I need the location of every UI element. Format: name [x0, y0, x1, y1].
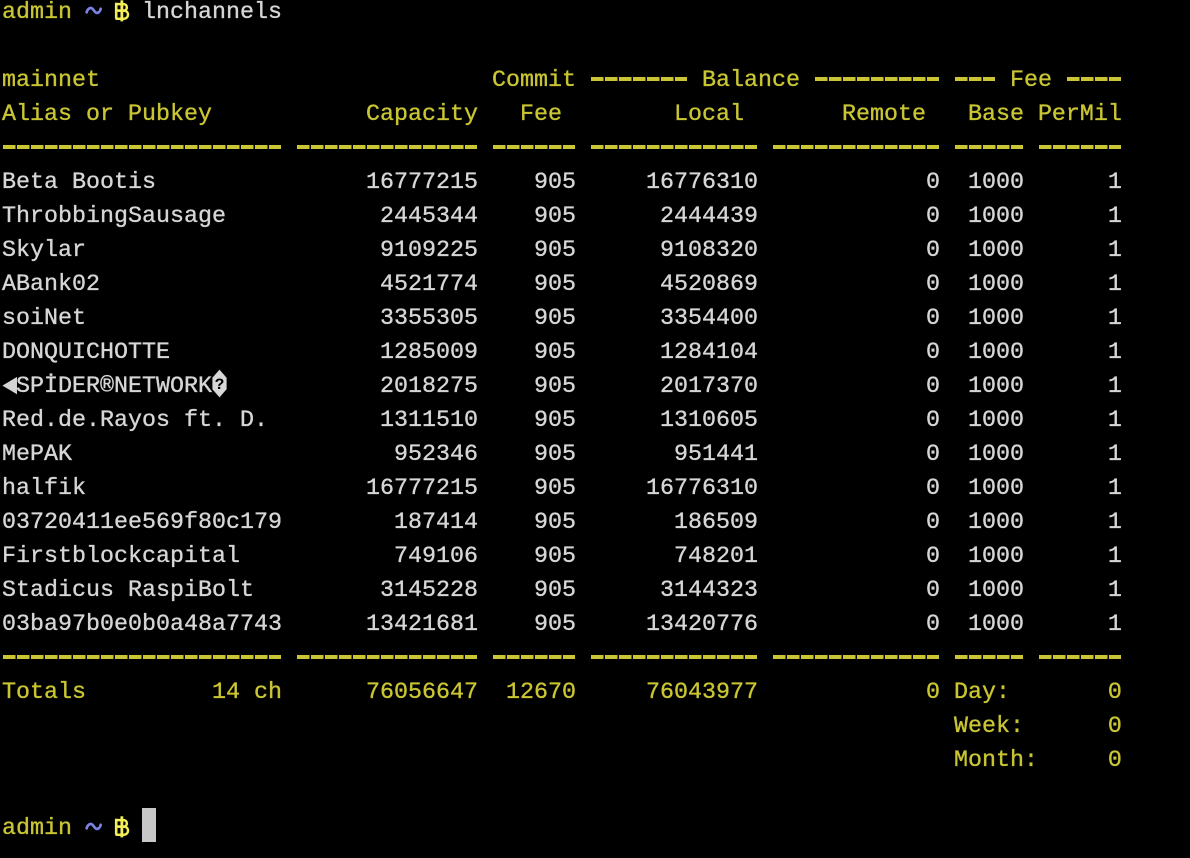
- svg-text:?: ?: [215, 376, 225, 394]
